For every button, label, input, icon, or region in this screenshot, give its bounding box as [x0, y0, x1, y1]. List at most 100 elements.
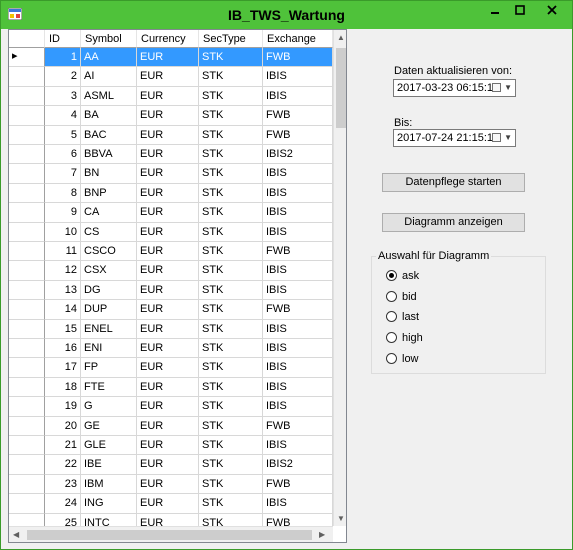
- cell-id[interactable]: 15: [45, 319, 81, 339]
- cell-symbol[interactable]: FP: [81, 358, 137, 378]
- cell-currency[interactable]: EUR: [137, 261, 199, 281]
- cell-id[interactable]: 14: [45, 300, 81, 320]
- cell-exchange[interactable]: FWB: [263, 300, 333, 320]
- cell-sectype[interactable]: STK: [199, 377, 263, 398]
- cell-id[interactable]: 3: [45, 86, 81, 107]
- cell-sectype[interactable]: STK: [199, 183, 263, 204]
- cell-currency[interactable]: EUR: [137, 48, 199, 68]
- cell-sectype[interactable]: STK: [199, 280, 263, 301]
- row-header[interactable]: [9, 145, 45, 165]
- cell-symbol[interactable]: CA: [81, 203, 137, 223]
- table-row[interactable]: 11 CSCO EUR STK FWB: [45, 242, 333, 262]
- cell-currency[interactable]: EUR: [137, 86, 199, 107]
- cell-id[interactable]: 24: [45, 494, 81, 514]
- row-header[interactable]: [9, 319, 45, 339]
- cell-id[interactable]: 1: [45, 48, 81, 68]
- row-header[interactable]: [9, 397, 45, 417]
- row-header[interactable]: [9, 106, 45, 126]
- scroll-right-icon[interactable]: ▶: [319, 530, 325, 539]
- cell-sectype[interactable]: STK: [199, 494, 263, 514]
- cell-currency[interactable]: EUR: [137, 377, 199, 398]
- scroll-up-icon[interactable]: ▲: [337, 33, 345, 42]
- cell-sectype[interactable]: STK: [199, 164, 263, 184]
- cell-currency[interactable]: EUR: [137, 358, 199, 378]
- row-header[interactable]: [9, 436, 45, 456]
- cell-id[interactable]: 9: [45, 203, 81, 223]
- table-row[interactable]: 1 AA EUR STK FWB: [45, 48, 333, 68]
- cell-id[interactable]: 13: [45, 280, 81, 301]
- column-header-exchange[interactable]: Exchange: [263, 30, 333, 48]
- symbol-grid[interactable]: ID Symbol Currency SecType Exchange ▸ 1 AA…: [8, 29, 347, 543]
- cell-currency[interactable]: EUR: [137, 474, 199, 495]
- cell-id[interactable]: 11: [45, 242, 81, 262]
- cell-exchange[interactable]: FWB: [263, 474, 333, 495]
- cell-symbol[interactable]: AA: [81, 48, 137, 68]
- cell-symbol[interactable]: DUP: [81, 300, 137, 320]
- row-header[interactable]: [9, 339, 45, 359]
- cell-symbol[interactable]: G: [81, 397, 137, 417]
- vertical-scroll-thumb[interactable]: [336, 48, 346, 128]
- minimize-button[interactable]: [481, 1, 509, 21]
- cell-symbol[interactable]: ASML: [81, 86, 137, 107]
- cell-currency[interactable]: EUR: [137, 164, 199, 184]
- cell-sectype[interactable]: STK: [199, 145, 263, 165]
- row-header[interactable]: [9, 183, 45, 204]
- radio-button-icon[interactable]: [386, 290, 397, 302]
- column-header-sectype[interactable]: SecType: [199, 30, 263, 48]
- cell-id[interactable]: 7: [45, 164, 81, 184]
- cell-exchange[interactable]: IBIS: [263, 280, 333, 301]
- cell-currency[interactable]: EUR: [137, 300, 199, 320]
- table-row[interactable]: 9 CA EUR STK IBIS: [45, 203, 333, 223]
- cell-exchange[interactable]: IBIS2: [263, 145, 333, 165]
- table-row[interactable]: 10 CS EUR STK IBIS: [45, 222, 333, 242]
- row-header[interactable]: [9, 377, 45, 398]
- table-row[interactable]: 4 BA EUR STK FWB: [45, 106, 333, 126]
- cell-id[interactable]: 22: [45, 455, 81, 475]
- cell-sectype[interactable]: STK: [199, 339, 263, 359]
- table-row[interactable]: 16 ENI EUR STK IBIS: [45, 339, 333, 359]
- cell-id[interactable]: 16: [45, 339, 81, 359]
- radio-label[interactable]: high: [402, 331, 423, 345]
- cell-exchange[interactable]: IBIS: [263, 67, 333, 87]
- cell-currency[interactable]: EUR: [137, 183, 199, 204]
- cell-sectype[interactable]: STK: [199, 203, 263, 223]
- row-header[interactable]: ▸: [9, 48, 45, 68]
- cell-exchange[interactable]: FWB: [263, 106, 333, 126]
- calendar-icon[interactable]: [492, 133, 501, 142]
- cell-sectype[interactable]: STK: [199, 86, 263, 107]
- vertical-scrollbar[interactable]: ▲ ▼: [333, 30, 346, 526]
- cell-symbol[interactable]: BNP: [81, 183, 137, 204]
- cell-symbol[interactable]: DG: [81, 280, 137, 301]
- cell-exchange[interactable]: IBIS: [263, 339, 333, 359]
- cell-id[interactable]: 23: [45, 474, 81, 495]
- cell-sectype[interactable]: STK: [199, 397, 263, 417]
- cell-sectype[interactable]: STK: [199, 436, 263, 456]
- cell-currency[interactable]: EUR: [137, 106, 199, 126]
- close-button[interactable]: [533, 1, 571, 21]
- cell-exchange[interactable]: IBIS: [263, 222, 333, 242]
- row-header[interactable]: [9, 300, 45, 320]
- cell-id[interactable]: 5: [45, 125, 81, 145]
- cell-sectype[interactable]: STK: [199, 242, 263, 262]
- cell-currency[interactable]: EUR: [137, 397, 199, 417]
- row-header[interactable]: [9, 86, 45, 107]
- row-header[interactable]: [9, 261, 45, 281]
- cell-sectype[interactable]: STK: [199, 261, 263, 281]
- cell-exchange[interactable]: FWB: [263, 416, 333, 436]
- horizontal-scroll-thumb[interactable]: [27, 530, 312, 540]
- row-header[interactable]: [9, 67, 45, 87]
- maximize-button[interactable]: [506, 1, 534, 21]
- cell-currency[interactable]: EUR: [137, 339, 199, 359]
- cell-id[interactable]: 4: [45, 106, 81, 126]
- cell-sectype[interactable]: STK: [199, 474, 263, 495]
- cell-currency[interactable]: EUR: [137, 125, 199, 145]
- row-header[interactable]: [9, 125, 45, 145]
- table-row[interactable]: 3 ASML EUR STK IBIS: [45, 86, 333, 107]
- row-header[interactable]: [9, 280, 45, 301]
- cell-id[interactable]: 2: [45, 67, 81, 87]
- cell-currency[interactable]: EUR: [137, 67, 199, 87]
- cell-id[interactable]: 19: [45, 397, 81, 417]
- cell-currency[interactable]: EUR: [137, 222, 199, 242]
- cell-id[interactable]: 18: [45, 377, 81, 398]
- cell-symbol[interactable]: BA: [81, 106, 137, 126]
